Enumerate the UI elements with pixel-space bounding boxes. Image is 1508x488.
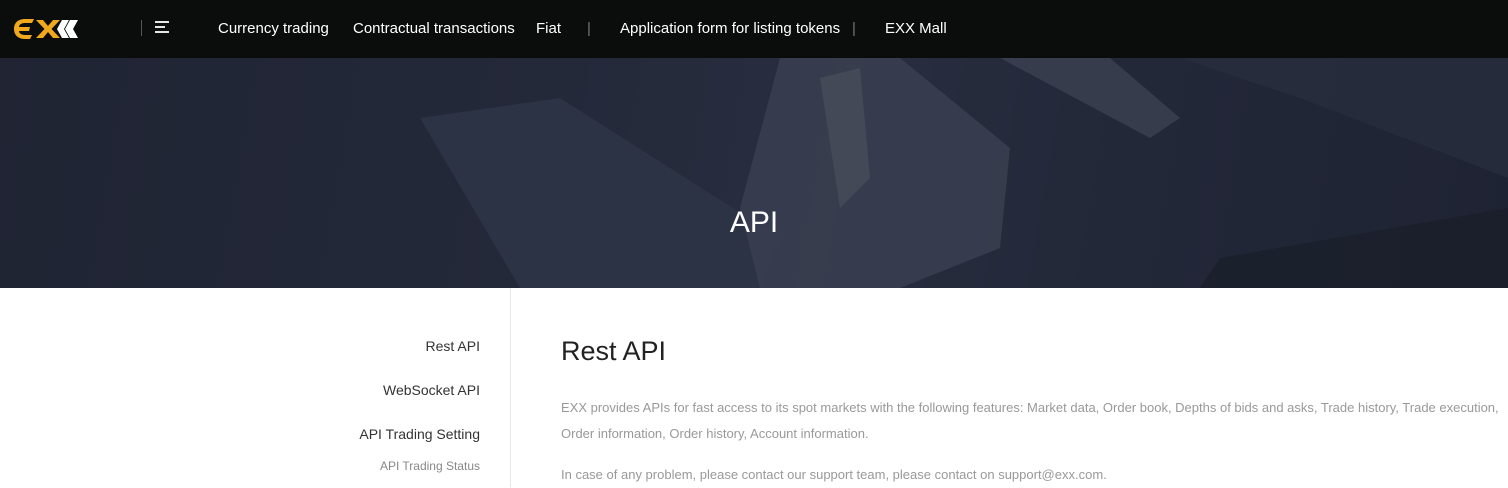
nav-contractual-transactions[interactable]: Contractual transactions	[353, 20, 515, 37]
exx-logo-icon[interactable]	[12, 16, 80, 42]
nav-exx-mall[interactable]: EXX Mall	[885, 20, 947, 37]
page-title: Rest API	[561, 336, 667, 366]
hero-title: API	[729, 206, 779, 239]
nav-separator: |	[587, 20, 591, 37]
top-navigation-bar: Currency trading Contractual transaction…	[0, 0, 1508, 58]
support-paragraph: In case of any problem, please contact o…	[561, 467, 1107, 482]
menu-icon[interactable]	[155, 21, 171, 35]
hero-banner: API	[0, 58, 1508, 288]
intro-paragraph: EXX provides APIs for fast access to its…	[561, 400, 1499, 441]
nav-currency-trading[interactable]: Currency trading	[218, 20, 329, 37]
sidebar: Rest API WebSocket API API Trading Setti…	[300, 288, 511, 487]
nav-fiat[interactable]: Fiat	[536, 20, 561, 37]
sidebar-item-rest-api[interactable]: Rest API	[426, 338, 480, 354]
sidebar-item-api-trading-status[interactable]: API Trading Status	[380, 459, 480, 473]
sidebar-item-websocket-api[interactable]: WebSocket API	[383, 382, 480, 398]
hero-background-image	[0, 58, 1508, 288]
sidebar-item-api-trading-setting[interactable]: API Trading Setting	[359, 426, 480, 442]
logo-divider	[141, 20, 142, 36]
nav-separator: |	[852, 20, 856, 37]
nav-listing-application[interactable]: Application form for listing tokens	[620, 20, 840, 37]
